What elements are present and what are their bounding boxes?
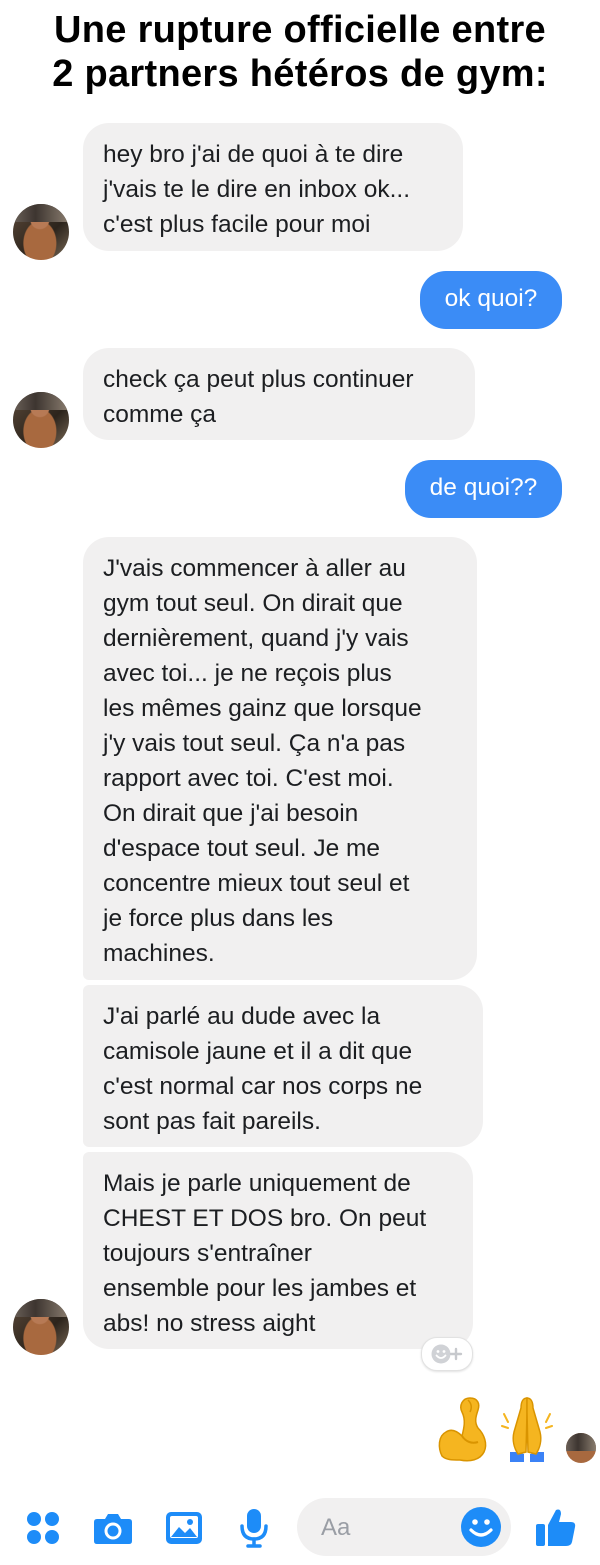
microphone-icon bbox=[240, 1509, 268, 1548]
camera-button[interactable] bbox=[93, 1508, 133, 1548]
caption-line-2: 2 partners hétéros de gym: bbox=[52, 53, 548, 95]
message-input-box[interactable] bbox=[297, 1498, 511, 1556]
voice-message-button[interactable] bbox=[234, 1508, 274, 1548]
message-bubble-incoming[interactable]: Mais je parle uniquement de CHEST ET DOS… bbox=[83, 1152, 473, 1349]
photo-gallery-button[interactable] bbox=[164, 1508, 204, 1548]
camera-icon bbox=[94, 1514, 132, 1544]
message-input[interactable] bbox=[319, 1512, 463, 1544]
contact-avatar[interactable] bbox=[13, 204, 69, 260]
like-button[interactable] bbox=[533, 1504, 579, 1550]
message-bubble-outgoing[interactable]: de quoi?? bbox=[405, 460, 562, 518]
message-bubble-incoming[interactable]: J'vais commencer à aller au gym tout seu… bbox=[83, 537, 477, 980]
caption-line-1: Une rupture officielle entre bbox=[54, 9, 546, 51]
meme-caption: Une rupture officielle entre 2 partners … bbox=[0, 8, 600, 96]
reply-emoji-message[interactable] bbox=[432, 1392, 564, 1464]
message-bubble-incoming[interactable]: hey bro j'ai de quoi à te dire j'vais te… bbox=[83, 123, 463, 251]
message-bubble-incoming[interactable]: check ça peut plus continuer comme ça bbox=[83, 348, 475, 440]
flexed-biceps-icon bbox=[438, 1397, 487, 1462]
image-icon bbox=[166, 1512, 202, 1544]
add-reaction-button[interactable] bbox=[421, 1337, 473, 1371]
smiley-icon bbox=[469, 1519, 493, 1537]
contact-avatar[interactable] bbox=[13, 1299, 69, 1355]
four-dots-icon bbox=[27, 1512, 59, 1544]
message-bubble-incoming[interactable]: J'ai parlé au dude avec la camisole jaun… bbox=[83, 985, 483, 1147]
add-reaction-icon bbox=[431, 1344, 463, 1364]
thumbs-up-icon bbox=[536, 1509, 576, 1546]
folded-hands-icon bbox=[501, 1397, 553, 1462]
read-receipt-avatar bbox=[566, 1433, 596, 1463]
contact-avatar[interactable] bbox=[13, 392, 69, 448]
more-actions-button[interactable] bbox=[23, 1508, 63, 1548]
emoji-button[interactable] bbox=[461, 1507, 501, 1547]
message-bubble-outgoing[interactable]: ok quoi? bbox=[420, 271, 562, 329]
message-composer bbox=[0, 1492, 600, 1565]
